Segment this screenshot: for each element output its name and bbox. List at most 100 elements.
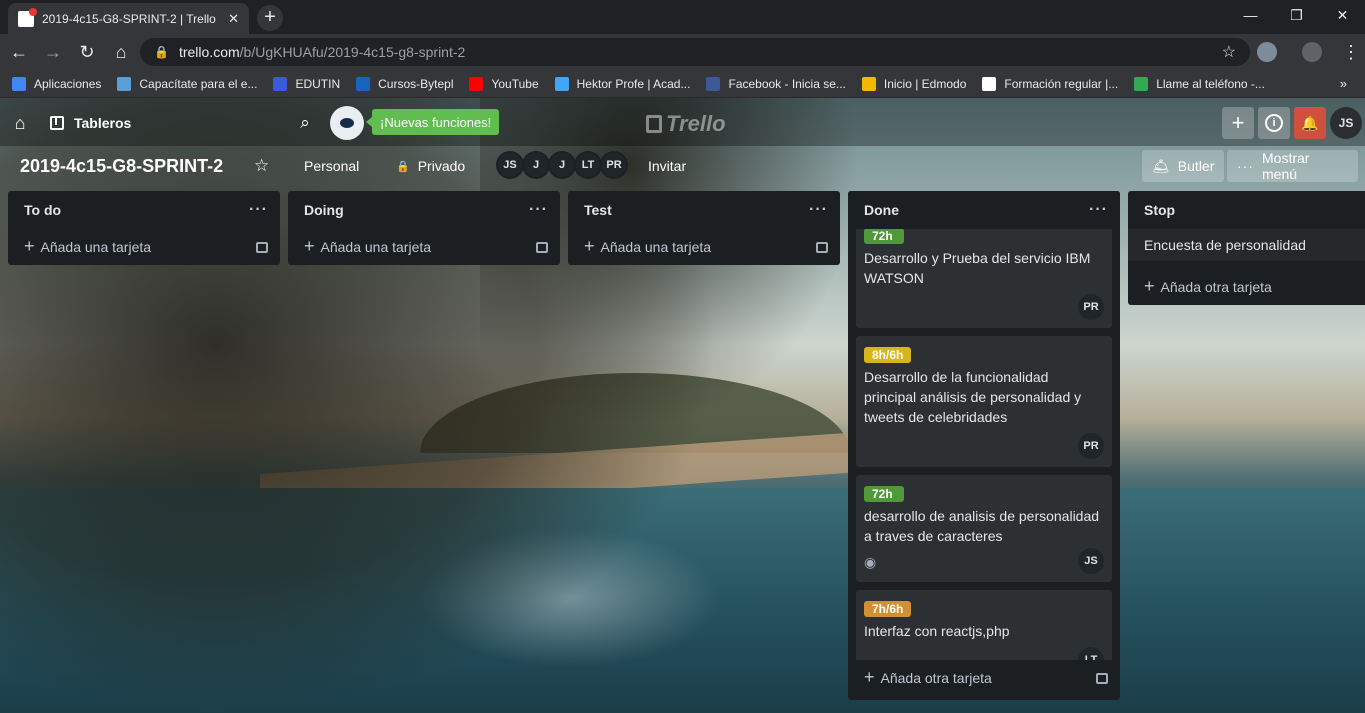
- boards-button[interactable]: Tableros: [44, 107, 137, 139]
- card[interactable]: 72h Desarrollo y Prueba del servicio IBM …: [856, 217, 1112, 328]
- card-title: desarrollo de analisis de personalidad a…: [864, 508, 1100, 544]
- bookmark-item[interactable]: Capacítate para el e...: [117, 76, 258, 91]
- team-button[interactable]: Personal: [294, 150, 369, 182]
- add-card-label: Añada una tarjeta: [600, 239, 712, 255]
- create-button[interactable]: +: [1222, 107, 1254, 139]
- new-tab-button[interactable]: +: [257, 5, 283, 31]
- browser-menu-icon[interactable]: ⋮: [1336, 37, 1365, 67]
- taco-mascot-icon[interactable]: [330, 106, 364, 140]
- card-member-avatar[interactable]: PR: [1078, 433, 1104, 459]
- board-members: JS J J LT PR: [496, 151, 628, 179]
- invite-button[interactable]: Invitar: [638, 150, 696, 182]
- bookmark-item[interactable]: YouTube: [469, 76, 539, 91]
- trello-logo[interactable]: Trello: [646, 111, 726, 137]
- bookmark-favicon-icon: [273, 76, 288, 91]
- bookmark-item[interactable]: Cursos-Bytepl: [356, 76, 453, 91]
- browser-tab[interactable]: 2019-4c15-G8-SPRINT-2 | Trello ✕: [8, 3, 249, 34]
- more-dots-icon: ···: [1237, 158, 1254, 174]
- card-member-avatar[interactable]: PR: [1078, 294, 1104, 320]
- add-card-button[interactable]: + Añada otra tarjeta: [848, 660, 1120, 696]
- bookmark-item[interactable]: Facebook - Inicia se...: [706, 76, 846, 91]
- visibility-button[interactable]: 🔒 Privado: [386, 150, 475, 182]
- add-card-button[interactable]: + Añada una tarjeta: [568, 229, 840, 265]
- card-template-icon[interactable]: [1096, 672, 1108, 684]
- list-title[interactable]: Done: [864, 202, 899, 218]
- plus-icon: +: [1231, 110, 1245, 135]
- card[interactable]: Encuesta de personalidad: [1128, 229, 1365, 261]
- card-member-avatar[interactable]: JS: [1078, 548, 1104, 574]
- list-menu-icon[interactable]: ···: [529, 201, 548, 219]
- bookmark-favicon-icon: [469, 76, 484, 91]
- list-to-do: To do ··· + Añada una tarjeta: [8, 191, 280, 265]
- card[interactable]: 72h desarrollo de analisis de personalida…: [856, 475, 1112, 582]
- profile-icon[interactable]: [1302, 42, 1322, 62]
- bookmark-label: EDUTIN: [295, 76, 341, 91]
- list-title[interactable]: Stop: [1144, 202, 1175, 218]
- list-header[interactable]: Doing ···: [288, 191, 560, 229]
- bookmark-star-icon[interactable]: ☆: [1222, 42, 1236, 62]
- member-avatar[interactable]: PR: [600, 151, 628, 179]
- card-template-icon[interactable]: [256, 241, 268, 253]
- add-card-button[interactable]: + Añada otra tarjeta: [1128, 269, 1365, 305]
- reload-icon[interactable]: ↻: [72, 37, 102, 67]
- search-icon[interactable]: ⌕: [290, 107, 320, 139]
- maximize-icon[interactable]: ❐: [1274, 0, 1319, 30]
- user-avatar: JS: [1330, 107, 1362, 139]
- bookmark-label: Capacítate para el e...: [139, 76, 258, 91]
- bookmark-item[interactable]: Aplicaciones: [12, 76, 101, 91]
- list-title[interactable]: To do: [24, 202, 61, 218]
- new-features-badge[interactable]: ¡Nuevas funciones!: [365, 109, 500, 135]
- add-card-label: Añada otra tarjeta: [880, 670, 992, 686]
- butler-button[interactable]: 🛎 Butler: [1142, 150, 1225, 182]
- list-menu-icon[interactable]: ···: [809, 201, 828, 219]
- bookmark-favicon-icon: [706, 76, 721, 91]
- browser-tabstrip: 2019-4c15-G8-SPRINT-2 | Trello ✕ + — ❐ ✕: [0, 0, 1365, 34]
- add-card-button[interactable]: + Añada una tarjeta: [8, 229, 280, 265]
- card[interactable]: 8h/6h Desarrollo de la funcionalidad prin…: [856, 336, 1112, 467]
- show-menu-button[interactable]: ··· Mostrar menú: [1227, 150, 1358, 182]
- visibility-label: Privado: [417, 158, 466, 174]
- add-card-button[interactable]: + Añada una tarjeta: [288, 229, 560, 265]
- bookmark-favicon-icon: [12, 76, 26, 91]
- window-close-icon[interactable]: ✕: [1320, 0, 1365, 30]
- tab-title: 2019-4c15-G8-SPRINT-2 | Trello: [42, 11, 216, 26]
- bookmark-item[interactable]: Hektor Profe | Acad...: [554, 76, 690, 91]
- bookmark-item[interactable]: EDUTIN: [273, 76, 341, 91]
- list-menu-icon[interactable]: ···: [249, 201, 268, 219]
- home-button[interactable]: ⌂: [6, 107, 34, 139]
- home-icon[interactable]: ⌂: [106, 37, 136, 67]
- board-title[interactable]: 2019-4c15-G8-SPRINT-2: [20, 156, 223, 177]
- back-icon[interactable]: ←: [4, 37, 34, 67]
- tab-close-icon[interactable]: ✕: [228, 11, 239, 27]
- list-title[interactable]: Test: [584, 202, 612, 218]
- member-avatar[interactable]: J: [522, 151, 550, 179]
- extension-icon[interactable]: [1257, 42, 1277, 62]
- forward-icon[interactable]: →: [38, 37, 68, 67]
- list-header[interactable]: Stop···: [1128, 191, 1365, 229]
- list-header[interactable]: Test ···: [568, 191, 840, 229]
- member-avatar[interactable]: J: [548, 151, 576, 179]
- bookmarks-overflow-icon[interactable]: »: [1340, 76, 1347, 91]
- card-template-icon[interactable]: [816, 241, 828, 253]
- list-menu-icon[interactable]: ···: [1089, 201, 1108, 219]
- info-button[interactable]: i: [1258, 107, 1290, 139]
- list-doing: Doing ··· + Añada una tarjeta: [288, 191, 560, 265]
- bookmark-label: Inicio | Edmodo: [883, 76, 967, 91]
- bookmark-item[interactable]: Inicio | Edmodo: [861, 76, 967, 91]
- address-bar[interactable]: 🔒 trello.com /b/UgKHUAfu/2019-4c15-g8-sp…: [140, 38, 1250, 66]
- browser-toolbar: ← → ↻ ⌂ 🔒 trello.com /b/UgKHUAfu/2019-4c…: [0, 34, 1365, 70]
- bookmark-item[interactable]: Llame al teléfono -...: [1134, 76, 1265, 91]
- list-title[interactable]: Doing: [304, 202, 344, 218]
- card-template-icon[interactable]: [536, 241, 548, 253]
- notifications-button[interactable]: 🔔: [1294, 107, 1326, 139]
- member-avatar[interactable]: JS: [496, 151, 524, 179]
- add-card-label: Añada una tarjeta: [320, 239, 432, 255]
- minimize-icon[interactable]: —: [1228, 0, 1273, 30]
- bookmark-item[interactable]: Formación regular |...: [982, 76, 1118, 91]
- user-avatar-button[interactable]: JS: [1330, 107, 1362, 139]
- member-avatar[interactable]: LT: [574, 151, 602, 179]
- star-board-icon[interactable]: ☆: [244, 150, 279, 182]
- list-header[interactable]: To do ···: [8, 191, 280, 229]
- card-title: Desarrollo y Prueba del servicio IBM WAT…: [864, 250, 1091, 286]
- list-header[interactable]: Done ···: [848, 191, 1120, 229]
